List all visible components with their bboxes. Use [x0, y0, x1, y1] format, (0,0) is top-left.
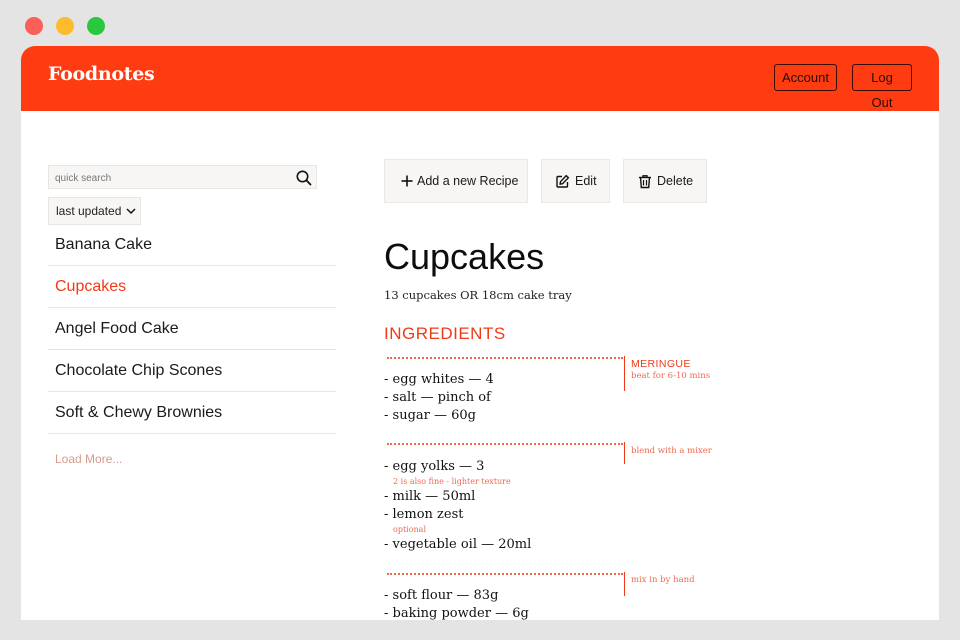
recipe-item-soft-chewy-brownies[interactable]: Soft & Chewy Brownies	[48, 392, 336, 434]
account-button[interactable]: Account	[774, 64, 837, 91]
sort-dropdown[interactable]: last updated	[48, 197, 141, 225]
ingredients-heading: INGREDIENTS	[384, 324, 506, 343]
group-bracket	[624, 572, 625, 596]
group-divider	[387, 573, 623, 575]
ingredient-item: - lemon zest	[384, 507, 464, 522]
recipe-list: Banana Cake Cupcakes Angel Food Cake Cho…	[48, 224, 336, 434]
recipe-item-cupcakes[interactable]: Cupcakes	[48, 266, 336, 308]
app-header: Foodnotes Account Log Out	[21, 46, 939, 111]
window-maximize-button[interactable]	[87, 17, 105, 35]
ingredient-item: - egg yolks — 3	[384, 459, 485, 474]
ingredient-item: - salt — pinch of	[384, 390, 491, 405]
search-icon[interactable]	[295, 169, 313, 187]
group-bracket	[624, 356, 625, 391]
add-recipe-label: Add a new Recipe	[417, 174, 519, 188]
recipe-item-chocolate-chip-scones[interactable]: Chocolate Chip Scones	[48, 350, 336, 392]
plus-icon	[401, 175, 413, 187]
ingredient-note: 2 is also fine - lighter texture	[393, 477, 511, 486]
edit-button[interactable]: Edit	[541, 159, 610, 203]
group-divider	[387, 443, 623, 445]
edit-label: Edit	[575, 174, 597, 188]
app-window: Foodnotes Account Log Out last updated B…	[21, 46, 939, 620]
group-note: beat for 6-10 mins	[631, 371, 711, 381]
group-note: blend with a mixer	[631, 446, 712, 456]
ingredient-item: - soft flour — 83g	[384, 588, 499, 603]
group-divider	[387, 357, 623, 359]
window-minimize-button[interactable]	[56, 17, 74, 35]
recipe-item-banana-cake[interactable]: Banana Cake	[48, 224, 336, 266]
window-close-button[interactable]	[25, 17, 43, 35]
group-bracket	[624, 442, 625, 464]
edit-icon	[556, 174, 570, 188]
ingredient-note: optional	[393, 525, 427, 534]
recipe-yield: 13 cupcakes OR 18cm cake tray	[384, 288, 572, 302]
ingredient-item: - baking powder — 6g	[384, 606, 529, 620]
group-note: mix in by hand	[631, 575, 695, 585]
sort-label: last updated	[56, 204, 122, 218]
search-box	[48, 165, 317, 189]
ingredient-item: - egg whites — 4	[384, 372, 494, 387]
chevron-down-icon	[126, 208, 136, 215]
logout-button[interactable]: Log Out	[852, 64, 912, 110]
ingredient-item: - vegetable oil — 20ml	[384, 537, 532, 552]
recipe-title: Cupcakes	[384, 236, 545, 277]
delete-button[interactable]: Delete	[623, 159, 707, 203]
ingredient-item: - milk — 50ml	[384, 489, 476, 504]
recipe-item-angel-food-cake[interactable]: Angel Food Cake	[48, 308, 336, 350]
brand-logo[interactable]: Foodnotes	[48, 63, 155, 85]
delete-label: Delete	[657, 174, 694, 188]
load-more-link[interactable]: Load More...	[55, 452, 122, 466]
trash-icon	[639, 175, 651, 189]
group-heading: MERINGUE	[631, 358, 691, 370]
search-input[interactable]	[53, 168, 287, 188]
ingredient-item: - sugar — 60g	[384, 408, 476, 423]
add-recipe-button[interactable]: Add a new Recipe	[384, 159, 528, 203]
